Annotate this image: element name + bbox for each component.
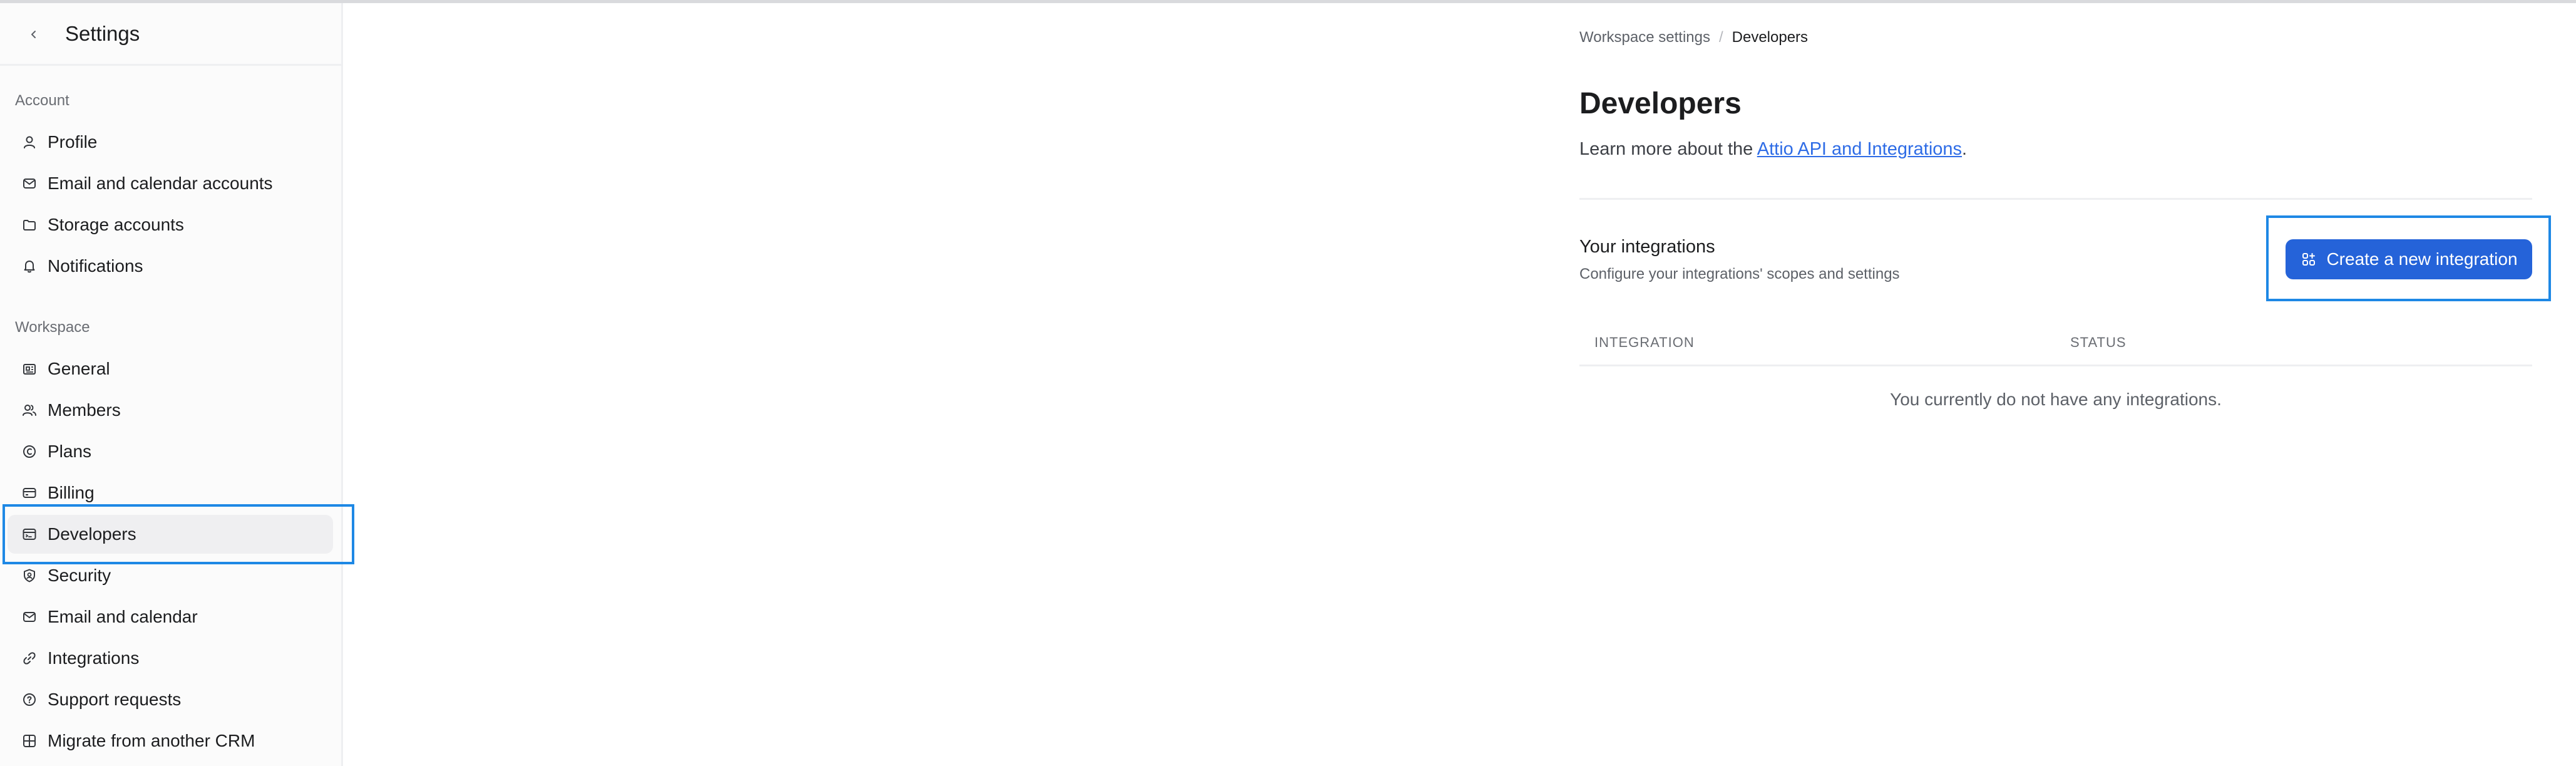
sidebar-item-email-calendar-accounts[interactable]: Email and calendar accounts (8, 164, 333, 203)
breadcrumb-current: Developers (1732, 29, 1809, 46)
sidebar-item-integrations[interactable]: Integrations (8, 639, 333, 678)
sidebar-item-migrate-crm[interactable]: Migrate from another CRM (8, 722, 333, 760)
sidebar-item-label: General (48, 359, 110, 378)
sidebar-item-members[interactable]: Members (8, 391, 333, 430)
sidebar-item-label: Storage accounts (48, 215, 184, 234)
bell-icon (20, 257, 39, 276)
integrations-heading: Your integrations (1579, 237, 1715, 257)
breadcrumb: Workspace settings / Developers (1579, 29, 1808, 46)
sidebar-item-label: Plans (48, 442, 92, 461)
page-title: Developers (1579, 87, 1742, 120)
sidebar-item-storage-accounts[interactable]: Storage accounts (8, 205, 333, 244)
mail-icon (20, 608, 39, 626)
back-button[interactable] (23, 23, 45, 46)
sidebar-item-label: Security (48, 566, 111, 585)
learn-more-suffix: . (1962, 139, 1968, 159)
users-icon (20, 401, 39, 420)
sidebar-item-notifications[interactable]: Notifications (8, 247, 333, 286)
sidebar-item-label: Email and calendar (48, 607, 198, 626)
sidebar-item-general[interactable]: General (8, 349, 333, 388)
section-workspace-heading: Workspace (15, 319, 90, 336)
sidebar-item-label: Support requests (48, 690, 182, 709)
section-divider (1579, 198, 2532, 200)
section-account-heading: Account (15, 92, 69, 109)
breadcrumb-separator: / (1718, 29, 1723, 46)
sidebar-item-label: Integrations (48, 648, 140, 668)
sidebar-item-label: Members (48, 400, 121, 420)
learn-more-text: Learn more about the Attio API and Integ… (1579, 139, 1967, 160)
column-header-status: STATUS (2070, 334, 2127, 350)
folder-icon (20, 215, 39, 234)
sidebar-item-profile[interactable]: Profile (8, 123, 333, 162)
column-header-integration: INTEGRATION (1594, 334, 1695, 350)
integrations-subtitle: Configure your integrations' scopes and … (1579, 266, 1900, 282)
attio-api-link[interactable]: Attio API and Integrations (1757, 139, 1962, 159)
sidebar-item-label: Migrate from another CRM (48, 731, 255, 750)
building-icon (20, 360, 39, 378)
sidebar-item-support-requests[interactable]: Support requests (8, 680, 333, 719)
sidebar-item-plans[interactable]: Plans (8, 432, 333, 471)
sidebar-item-label: Notifications (48, 256, 143, 276)
sidebar-item-label: Billing (48, 483, 95, 502)
user-icon (20, 133, 39, 152)
empty-state-message: You currently do not have any integratio… (1890, 390, 2222, 409)
credit-card-icon (20, 484, 39, 502)
settings-sidebar: Settings Account Profile Email and calen… (0, 3, 343, 766)
table-header-divider (1579, 365, 2532, 366)
help-circle-icon (20, 690, 39, 709)
mail-icon (20, 174, 39, 193)
breadcrumb-parent[interactable]: Workspace settings (1579, 29, 1710, 46)
chevron-left-icon (31, 31, 36, 38)
sidebar-item-label: Email and calendar accounts (48, 173, 273, 193)
learn-more-prefix: Learn more about the (1579, 139, 1757, 159)
sidebar-item-label: Profile (48, 132, 98, 152)
sidebar-title: Settings (65, 22, 140, 45)
sidebar-item-email-calendar[interactable]: Email and calendar (8, 598, 333, 636)
shield-icon (20, 566, 39, 585)
highlight-box-developers (3, 504, 354, 564)
plan-coin-icon (20, 442, 39, 461)
grid-plus-icon (20, 732, 39, 750)
highlight-box-create-integration (2266, 215, 2551, 301)
link-icon (20, 649, 39, 668)
sidebar-header: Settings (0, 3, 343, 66)
top-border (0, 0, 2576, 3)
